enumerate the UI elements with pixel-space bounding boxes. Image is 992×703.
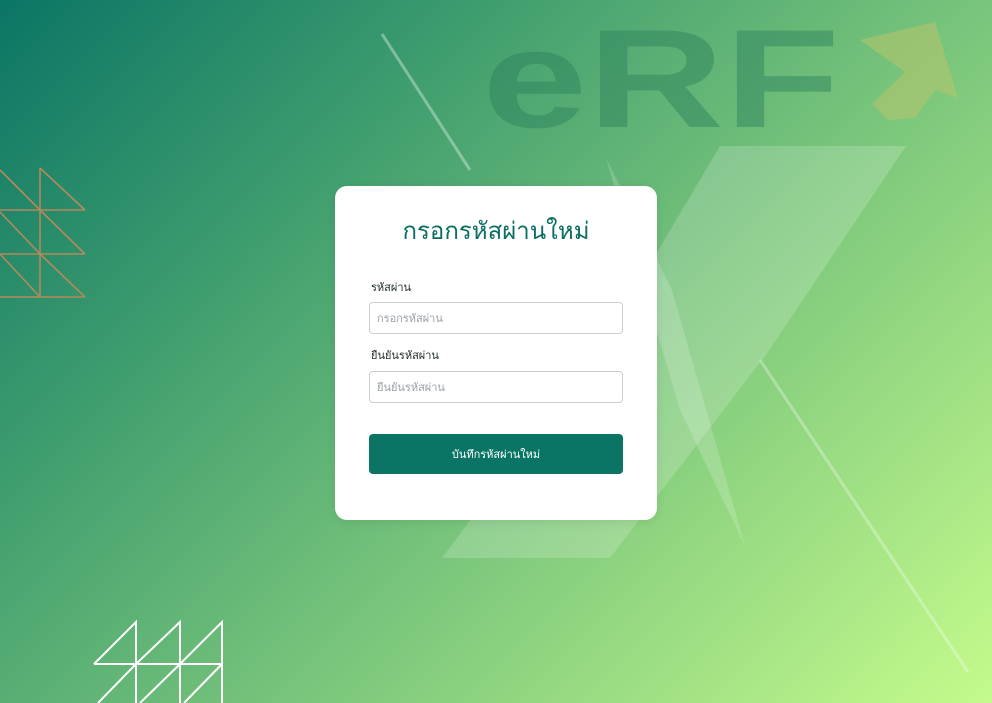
confirm-password-input[interactable] xyxy=(369,371,623,403)
confirm-password-label: ยืนยันรหัสผ่าน xyxy=(371,349,439,362)
arrow-logo-icon xyxy=(860,22,958,120)
diagonal-line-right xyxy=(758,359,970,673)
password-label: รหัสผ่าน xyxy=(371,281,412,294)
save-new-password-button[interactable]: บันทึกรหัสผ่านใหม่ xyxy=(369,434,623,474)
diagonal-line xyxy=(380,33,472,171)
logo-watermark: eRF xyxy=(482,0,840,157)
triangle-pattern-bottom xyxy=(93,619,223,703)
login-page: eRF กรอกรหัสผ่านใหม่ รหัสผ่าน ยืนยันรหัส… xyxy=(0,0,992,703)
triangle-pattern-left xyxy=(0,167,86,298)
page-title: กรอกรหัสผ่านใหม่ xyxy=(402,217,590,245)
reset-password-card: กรอกรหัสผ่านใหม่ รหัสผ่าน ยืนยันรหัสผ่าน… xyxy=(335,186,657,520)
password-input[interactable] xyxy=(369,302,623,334)
